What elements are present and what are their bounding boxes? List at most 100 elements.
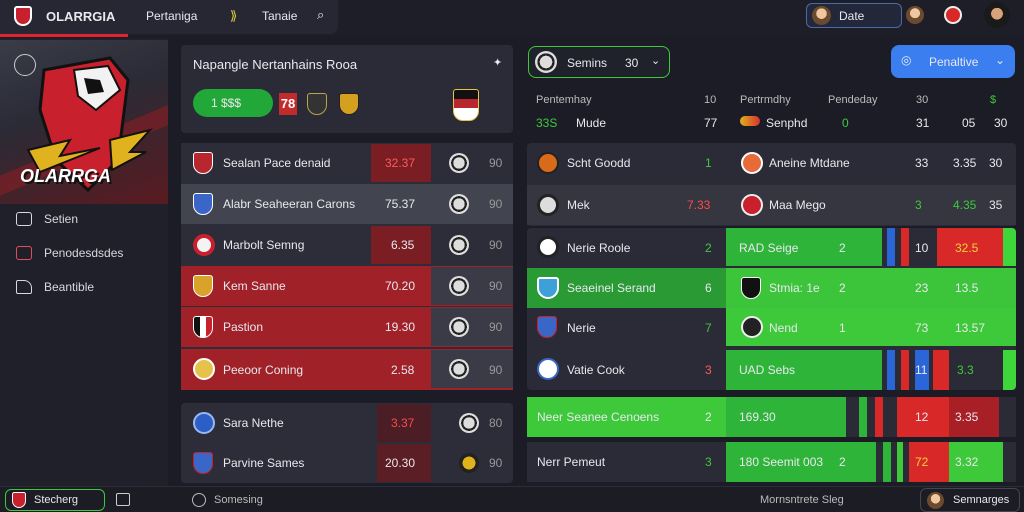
home-team: Nerie bbox=[567, 321, 596, 335]
cell-value: 2 bbox=[839, 241, 846, 255]
cell-value: 2 bbox=[839, 455, 846, 469]
team-crest-icon bbox=[307, 93, 327, 115]
list-item[interactable]: Peeoor Coning 2.58 90 bbox=[181, 349, 513, 390]
list-item[interactable]: Sara Nethe 3.37 80 bbox=[181, 403, 513, 443]
refresh-icon[interactable] bbox=[192, 493, 206, 507]
ball-icon bbox=[449, 194, 469, 214]
stat-bar bbox=[901, 350, 909, 390]
team-crest-icon bbox=[537, 194, 559, 216]
home-value: 3 bbox=[705, 363, 712, 377]
tab-tanaie[interactable]: Tanaie bbox=[262, 9, 297, 23]
chevron-icon[interactable]: ⟫ bbox=[230, 8, 237, 24]
home-team: Nerr Pemeut bbox=[537, 455, 606, 469]
team-crest-icon bbox=[537, 358, 559, 380]
cell-value: 10 bbox=[915, 241, 929, 255]
bottom-bar: Stecherg Somesing Mornsntrete Sleg Semna… bbox=[0, 486, 1024, 512]
team-crest-icon bbox=[193, 412, 215, 434]
list-item[interactable]: Parvine Sames 20.30 90 bbox=[181, 443, 513, 483]
odds-value: 70.20 bbox=[385, 279, 416, 293]
search-icon[interactable]: ⌕ bbox=[317, 7, 324, 23]
list-item[interactable]: Alabr Seaheeran Carons 75.37 90 bbox=[181, 184, 513, 224]
table-row[interactable]: Nerie 7 Nend 1 73 13.57 bbox=[527, 308, 1016, 348]
sidebar-item-label: Setien bbox=[44, 212, 79, 226]
home-team: Vatie Cook bbox=[567, 363, 625, 377]
odds-value: 3.37 bbox=[391, 416, 415, 430]
league-list: Sealan Pace denaid 32.37 90 Alabr Seahee… bbox=[181, 143, 513, 390]
pin-icon[interactable]: ✦ bbox=[493, 56, 502, 69]
sport-selector[interactable]: Semins 30 ⌄ bbox=[528, 46, 670, 78]
team-name: Alabr Seaheeran Carons bbox=[223, 197, 356, 211]
table-row[interactable]: Mek 7.33 Maa Mego 3 4.35 35 bbox=[527, 185, 1016, 225]
football-icon bbox=[16, 280, 32, 294]
stat-bar bbox=[901, 228, 909, 266]
sub-label: Senphd bbox=[766, 116, 808, 130]
footer-selector[interactable]: Stecherg bbox=[5, 489, 105, 511]
sidebar-item-penodes[interactable]: Penodesdsdes bbox=[16, 242, 123, 264]
cell-value: 35 bbox=[989, 198, 1003, 212]
sub-value: 30 bbox=[994, 116, 1008, 130]
team-crest-icon bbox=[537, 316, 557, 338]
user-label: Date bbox=[839, 9, 865, 23]
calendar-icon[interactable] bbox=[116, 493, 130, 506]
row-extra: 90 bbox=[489, 279, 503, 293]
table-row[interactable]: Scht Goodd 1 Aneine Mtdane 33 3.35 30 bbox=[527, 143, 1016, 183]
profile-icon[interactable] bbox=[984, 2, 1010, 28]
brand-shield-icon[interactable] bbox=[14, 6, 32, 26]
away-team: 180 Seemit 003 bbox=[739, 455, 824, 469]
cell-value: 1 bbox=[839, 321, 846, 335]
sidebar-item-beantible[interactable]: Beantible bbox=[16, 276, 94, 298]
team-crest-icon bbox=[193, 316, 213, 338]
team-crest-icon bbox=[741, 277, 761, 299]
list-item[interactable]: Sealan Pace denaid 32.37 90 bbox=[181, 143, 513, 183]
score-pill[interactable]: 1 $$$ bbox=[193, 89, 273, 117]
table-row[interactable]: Neer Seanee Cenoens 2 169.30 12 3.35 bbox=[527, 397, 1016, 437]
brand-title[interactable]: OLARRGIA bbox=[46, 9, 115, 24]
team-crest-icon bbox=[193, 275, 213, 297]
penalties-button[interactable]: ◎ Penaltive ⌄ bbox=[891, 45, 1015, 78]
back-icon[interactable] bbox=[14, 54, 36, 76]
home-value: 6 bbox=[705, 281, 712, 295]
column-header: Pertrmdhy bbox=[740, 94, 791, 106]
list-item[interactable]: Kem Sanne 70.20 90 bbox=[181, 266, 513, 306]
home-team: Neer Seanee Cenoens bbox=[537, 410, 660, 424]
calendar-icon bbox=[16, 246, 32, 260]
odds-value: 32.37 bbox=[385, 156, 416, 170]
notification-icon[interactable] bbox=[944, 6, 962, 24]
stat-bar bbox=[883, 442, 891, 482]
footer-user[interactable]: Semnarges bbox=[920, 488, 1020, 512]
odds-value: 20.30 bbox=[385, 456, 416, 470]
table-row[interactable]: Nerr Pemeut 3 180 Seemit 003 2 72 3.32 bbox=[527, 442, 1016, 482]
away-team: RAD Seige bbox=[739, 241, 799, 255]
panel-title: Napangle Nertanhains Rooa bbox=[193, 57, 358, 72]
footer-user-label: Semnarges bbox=[953, 494, 1010, 506]
active-tab-indicator bbox=[0, 34, 128, 37]
list-item[interactable]: Marbolt Semng 6.35 90 bbox=[181, 225, 513, 265]
list-item[interactable]: Pastion 19.30 90 bbox=[181, 307, 513, 347]
table-row[interactable]: Seaeinel Serand 6 Stmia: 1e 2 23 13.5 bbox=[527, 268, 1016, 308]
team-crest-icon bbox=[741, 316, 763, 338]
odds-value: 6.35 bbox=[391, 238, 415, 252]
cell-value: 30 bbox=[989, 156, 1003, 170]
sub-value: 31 bbox=[916, 116, 930, 130]
avatar-icon[interactable] bbox=[906, 6, 924, 24]
team-name: Kem Sanne bbox=[223, 279, 286, 293]
table-row[interactable]: Vatie Cook 3 UAD Sebs 11 3.3 bbox=[527, 348, 1016, 390]
home-team: Nerie Roole bbox=[567, 241, 631, 255]
cell-value: 2 bbox=[839, 281, 846, 295]
stat-bar bbox=[1003, 350, 1016, 390]
stat-bar bbox=[897, 442, 903, 482]
sub-label: Mude bbox=[576, 116, 607, 130]
tab-pertaniga[interactable]: Pertaniga bbox=[146, 9, 197, 23]
team-name: Peeoor Coning bbox=[223, 363, 304, 377]
table-row[interactable]: Nerie Roole 2 RAD Seige 2 10 32.5 bbox=[527, 228, 1016, 268]
user-selector[interactable]: Date bbox=[806, 3, 902, 28]
sub-value: 33S bbox=[536, 116, 558, 130]
league-list-secondary: Sara Nethe 3.37 80 Parvine Sames 20.30 9… bbox=[181, 403, 513, 483]
sidebar-item-setien[interactable]: Setien bbox=[16, 208, 78, 230]
team-crest-icon bbox=[193, 193, 213, 215]
stat-bar bbox=[1003, 228, 1016, 266]
row-extra: 90 bbox=[489, 156, 503, 170]
ball-icon bbox=[449, 153, 469, 173]
away-team: 169.30 bbox=[739, 410, 776, 424]
cell-value: 73 bbox=[915, 321, 929, 335]
